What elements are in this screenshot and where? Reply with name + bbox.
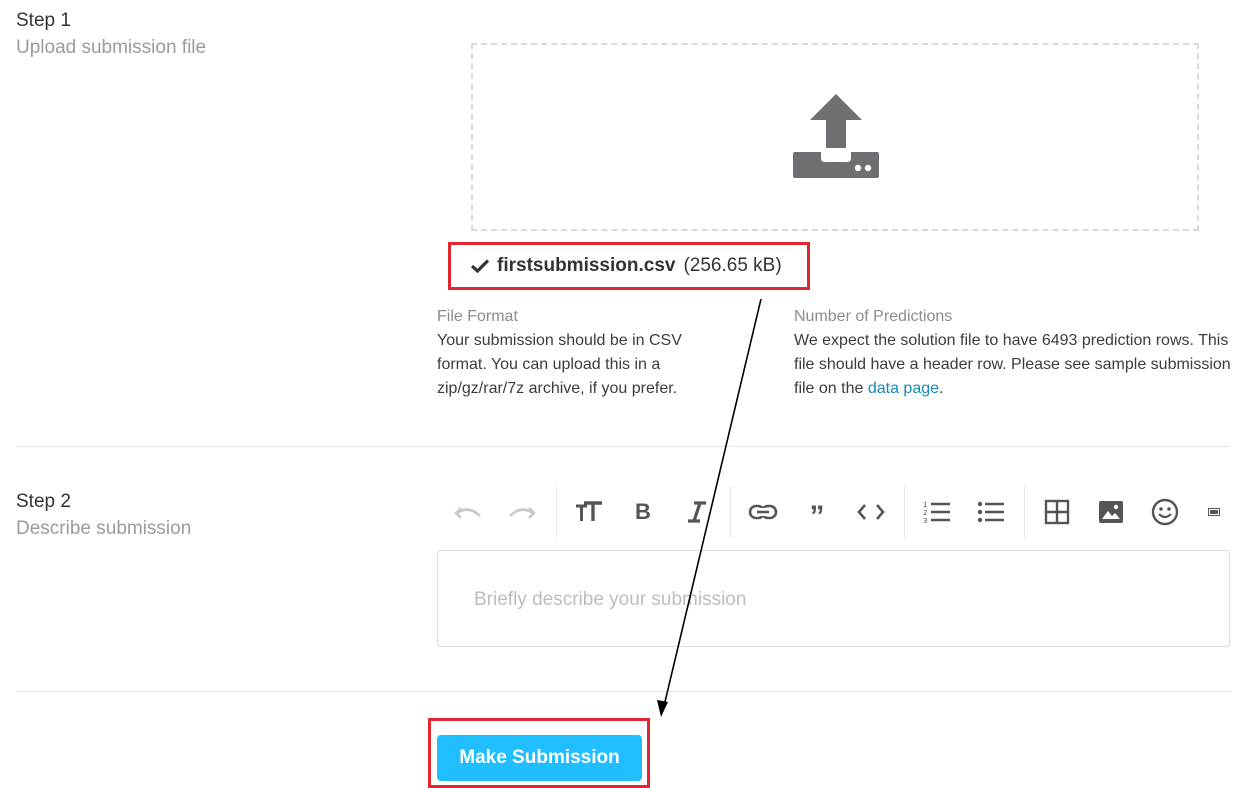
annotation-arrow <box>657 298 762 717</box>
